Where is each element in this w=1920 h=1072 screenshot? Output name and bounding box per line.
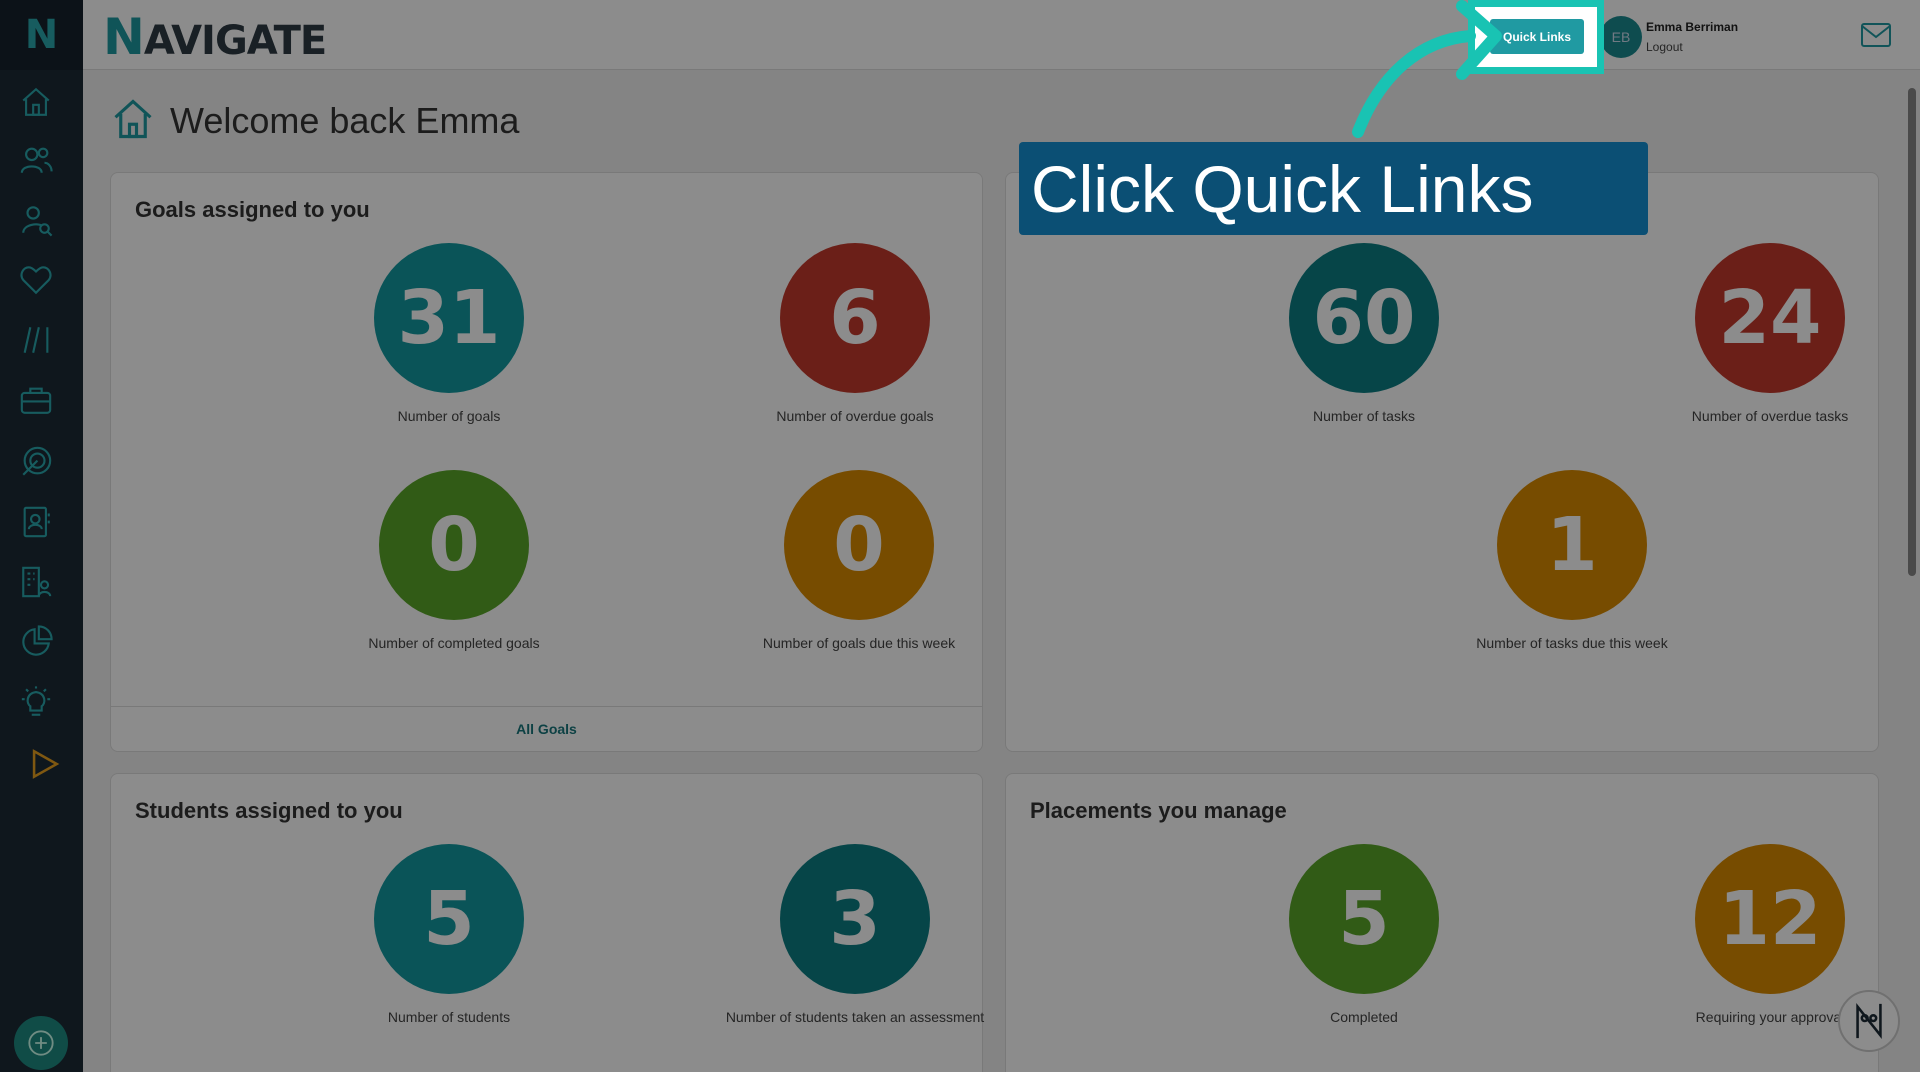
stat-circle: 3 <box>780 844 930 994</box>
stat-overdue-goals[interactable]: 6 Number of overdue goals <box>725 243 985 424</box>
page-title: Welcome back Emma <box>170 100 520 141</box>
stat-label: Number of overdue tasks <box>1691 408 1849 424</box>
chatbot-icon[interactable] <box>1838 990 1900 1052</box>
brand-rest: AVIGATE <box>143 18 327 64</box>
stat-number-of-students[interactable]: 5 Number of students <box>319 844 579 1025</box>
stat-circle: 24 <box>1695 243 1845 393</box>
stat-circle: 5 <box>1289 844 1439 994</box>
stat-label: Completed <box>1330 1009 1398 1025</box>
users-icon[interactable] <box>16 140 56 180</box>
lightbulb-icon[interactable] <box>16 682 56 722</box>
stat-circle: 31 <box>374 243 524 393</box>
stat-tasks-due-week[interactable]: 1 Number of tasks due this week <box>1442 470 1702 651</box>
stat-overdue-tasks[interactable]: 24 Number of overdue tasks <box>1640 243 1900 424</box>
students-card-title: Students assigned to you <box>135 798 403 823</box>
stat-label: Number of students <box>387 1009 511 1025</box>
briefcase-icon[interactable] <box>16 380 56 420</box>
stat-students-assessed[interactable]: 3 Number of students taken an assessment <box>695 844 1015 1025</box>
stat-circle: 6 <box>780 243 930 393</box>
tutorial-callout: Click Quick Links <box>1019 142 1648 235</box>
brand-logo[interactable]: NAVIGATE <box>103 8 327 66</box>
goals-card-title: Goals assigned to you <box>135 197 370 222</box>
user-search-icon[interactable] <box>16 200 56 240</box>
sidebar-logo[interactable]: N <box>0 0 83 70</box>
stat-circle: 60 <box>1289 243 1439 393</box>
stat-goals-due-week[interactable]: 0 Number of goals due this week <box>729 470 989 651</box>
building-user-icon[interactable] <box>16 562 56 602</box>
pie-chart-icon[interactable] <box>16 622 56 662</box>
play-icon[interactable] <box>24 744 64 784</box>
pointer-arrow-icon <box>1352 0 1502 138</box>
slashes-icon[interactable] <box>16 320 56 360</box>
stat-label: Number of completed goals <box>368 635 540 651</box>
home-icon[interactable] <box>16 82 56 122</box>
placements-card: Placements you manage 5 Completed 12 Req… <box>1005 773 1879 1072</box>
logout-link[interactable]: Logout <box>1646 40 1683 54</box>
goals-card: Goals assigned to you 31 Number of goals… <box>110 172 983 752</box>
stat-circle: 0 <box>379 470 529 620</box>
stat-circle: 1 <box>1497 470 1647 620</box>
heart-icon[interactable] <box>16 260 56 300</box>
stat-label: Number of students taken an assessment <box>725 1009 985 1025</box>
target-icon[interactable] <box>16 442 56 482</box>
stat-label: Number of overdue goals <box>776 408 934 424</box>
stat-completed-goals[interactable]: 0 Number of completed goals <box>324 470 584 651</box>
mail-icon[interactable] <box>1860 22 1892 53</box>
stat-number-of-goals[interactable]: 31 Number of goals <box>319 243 579 424</box>
plus-circle-icon[interactable] <box>14 1016 68 1070</box>
stat-circle: 5 <box>374 844 524 994</box>
stat-label: Number of goals due this week <box>762 635 956 651</box>
stat-circle: 0 <box>784 470 934 620</box>
all-goals-link[interactable]: All Goals <box>111 706 982 751</box>
scrollbar-thumb[interactable] <box>1908 88 1916 576</box>
page-home-icon <box>112 98 154 145</box>
tasks-card: 60 Number of tasks 24 Number of overdue … <box>1005 172 1879 752</box>
stat-placements-completed[interactable]: 5 Completed <box>1234 844 1494 1025</box>
students-card: Students assigned to you 5 Number of stu… <box>110 773 984 1072</box>
stat-label: Number of tasks <box>1313 408 1415 424</box>
stat-label: Number of tasks due this week <box>1476 635 1668 651</box>
stat-circle: 12 <box>1695 844 1845 994</box>
placements-card-title: Placements you manage <box>1030 798 1287 823</box>
avatar[interactable]: EB <box>1600 16 1642 58</box>
brand-first-letter: N <box>103 8 145 66</box>
logo-letter: N <box>24 12 59 58</box>
top-bar: NAVIGATE <box>83 0 1920 70</box>
stat-number-of-tasks[interactable]: 60 Number of tasks <box>1234 243 1494 424</box>
user-name: Emma Berriman <box>1646 20 1739 34</box>
stat-label: Number of goals <box>397 408 501 424</box>
sidebar: N <box>0 0 83 1072</box>
contacts-icon[interactable] <box>16 502 56 542</box>
